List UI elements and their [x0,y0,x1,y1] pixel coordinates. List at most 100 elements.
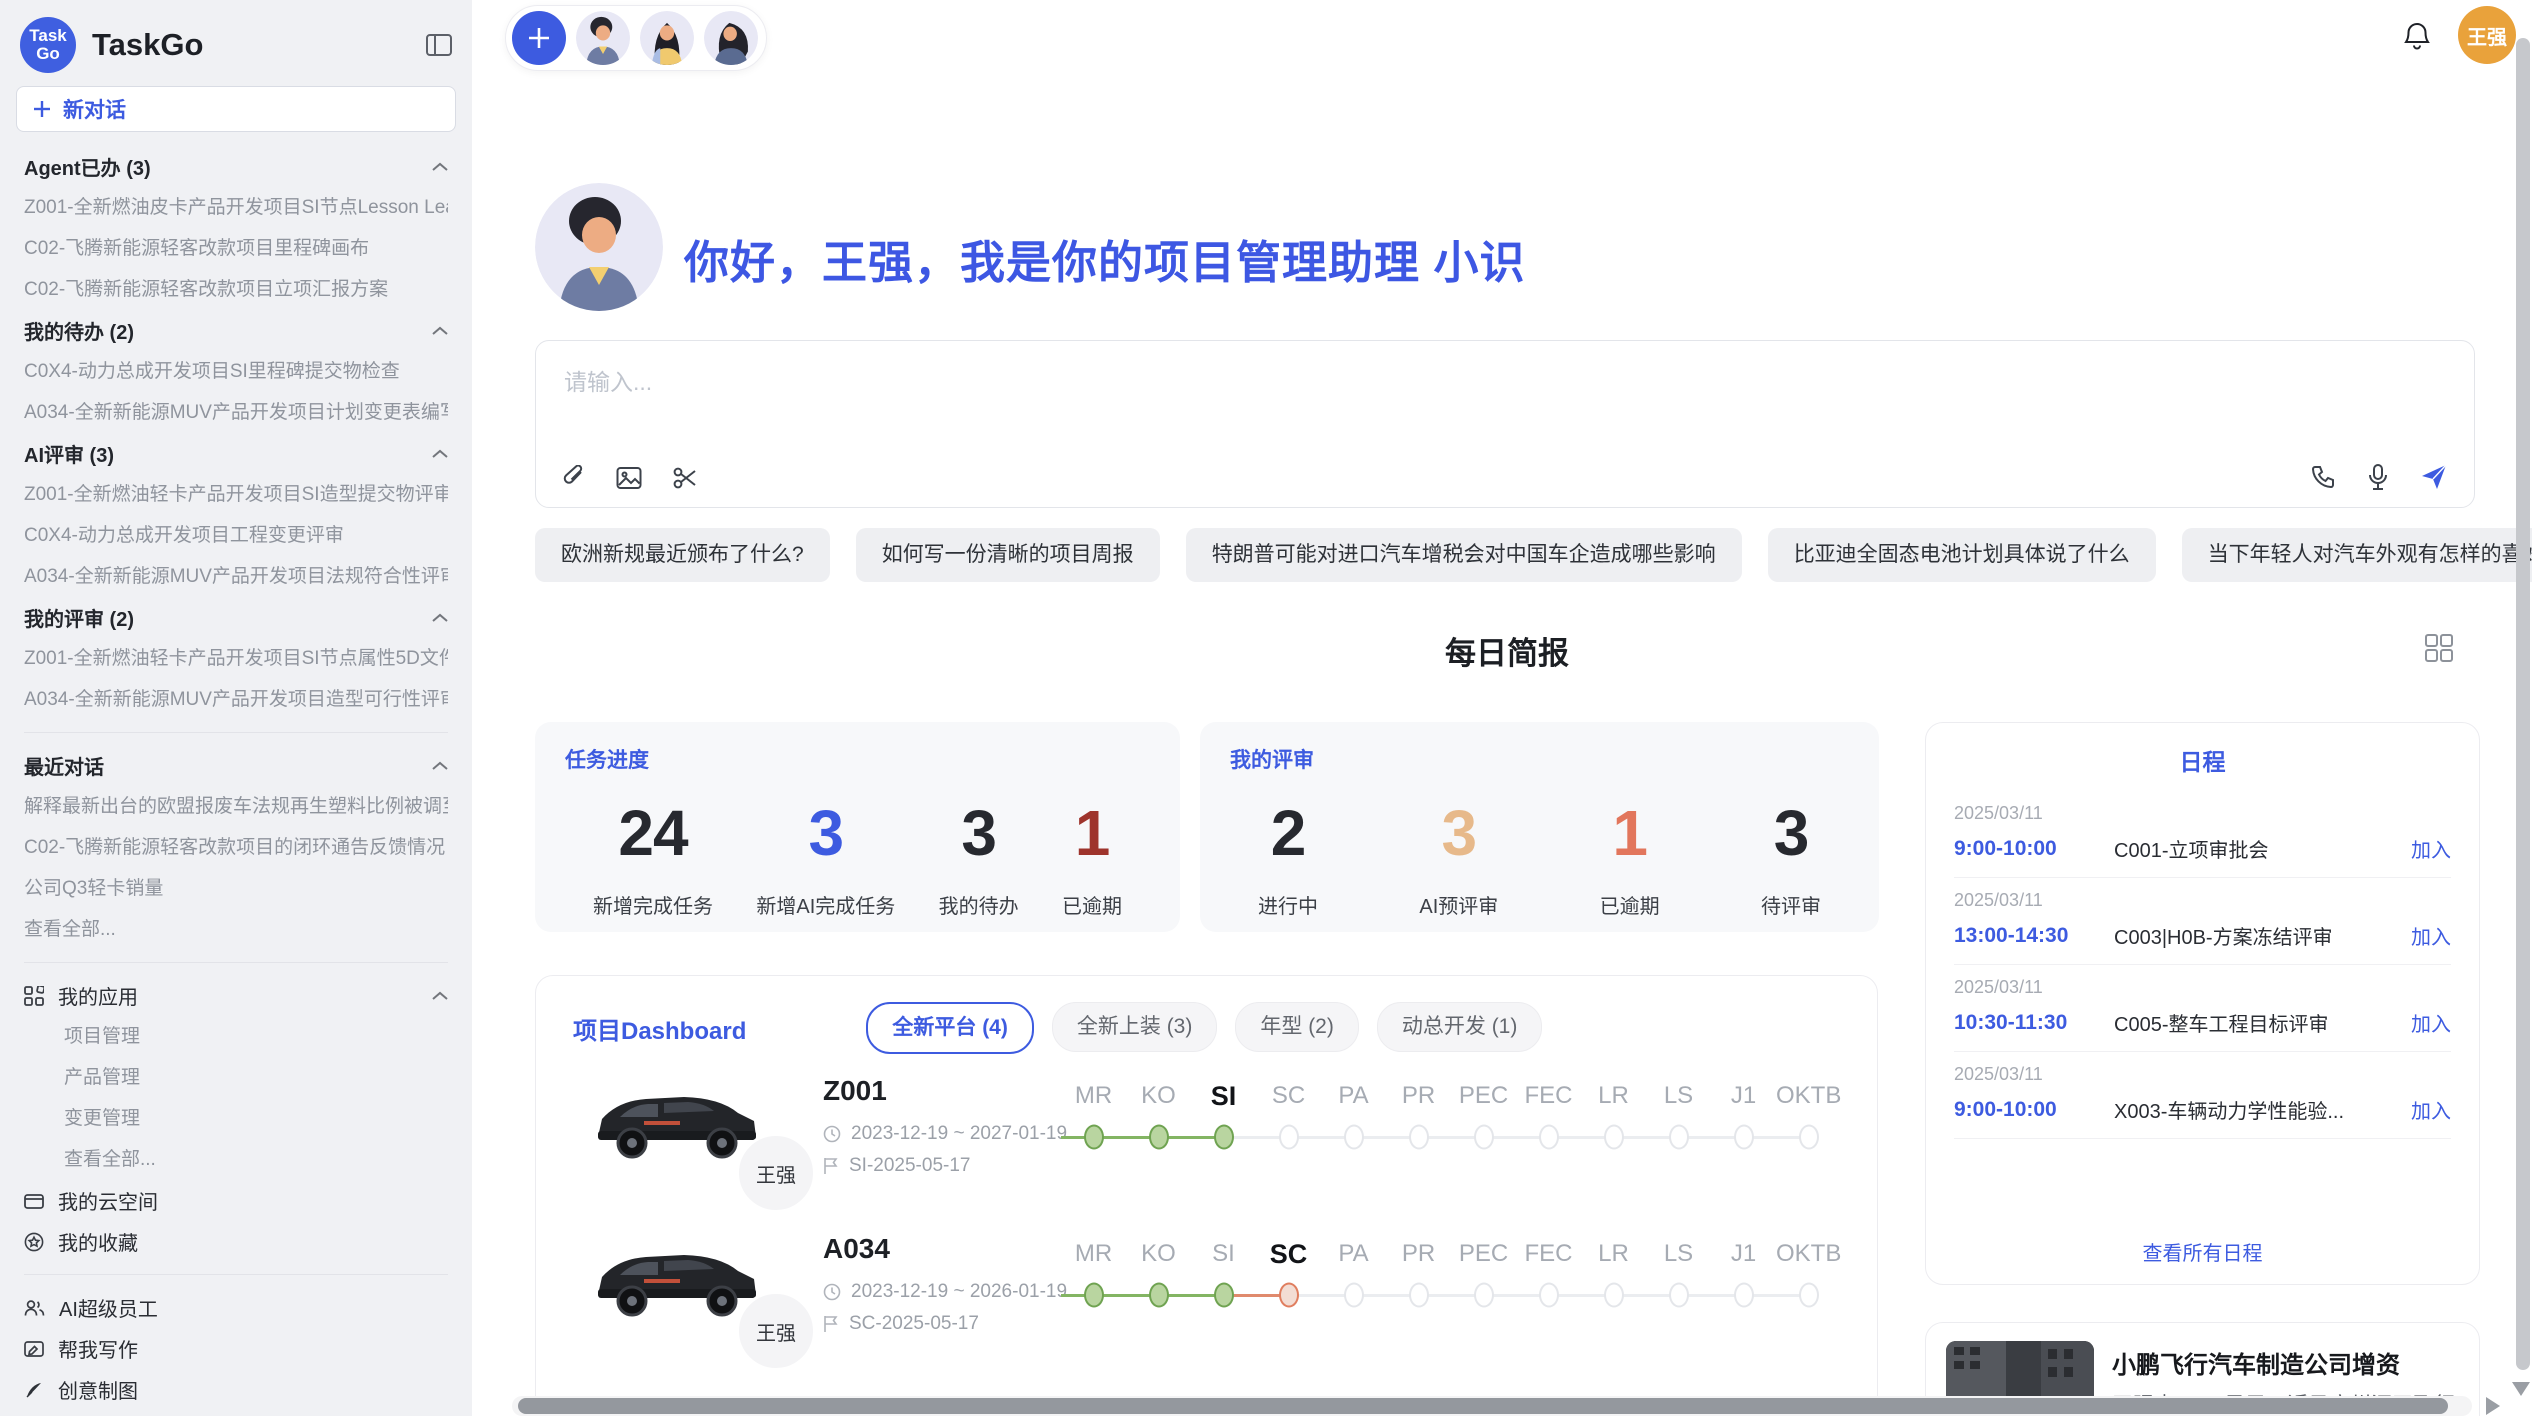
schedule-item: 2025/03/11 9:00-10:00 C001-立项审批会 加入 [1954,791,2451,878]
tab-new-body[interactable]: 全新上装 (3) [1052,1002,1218,1052]
assistant-avatar-2[interactable] [640,11,694,65]
sidebar-item[interactable]: C0X4-动力总成开发项目工程变更评审 [24,515,448,556]
tab-model-year[interactable]: 年型 (2) [1235,1002,1359,1052]
chat-input[interactable] [562,361,2166,435]
tool-ai-employee[interactable]: AI超级员工 [24,1287,448,1328]
tool-creative-draw[interactable]: 创意制图 [24,1369,448,1410]
section-agent-done[interactable]: Agent已办 (3) [24,146,448,187]
milestone-label: FEC [1516,1077,1581,1115]
tab-powertrain[interactable]: 动总开发 (1) [1377,1002,1543,1052]
chevron-up-icon[interactable] [432,991,448,1001]
chevron-up-icon[interactable] [432,326,448,336]
assistant-avatar-3[interactable] [704,11,758,65]
app-link-project-mgmt[interactable]: 项目管理 [24,1016,448,1057]
milestone-dot [1669,1125,1689,1150]
chevron-up-icon[interactable] [432,613,448,623]
sidebar-item[interactable]: C02-飞腾新能源轻客改款项目里程碑画布 [24,228,448,269]
assistant-avatar-1[interactable] [576,11,630,65]
scissors-icon[interactable] [672,465,698,491]
phone-call-icon[interactable] [2310,464,2336,490]
schedule-time: 9:00-10:00 [1954,837,2114,861]
chevron-up-icon[interactable] [432,162,448,172]
chevron-up-icon[interactable] [432,761,448,771]
user-avatar[interactable]: 王强 [2458,6,2516,64]
sidebar-item[interactable]: Z001-全新燃油轻卡产品开发项目SI造型提交物评审 [24,474,448,515]
section-my-review[interactable]: 我的评审 (2) [24,597,448,638]
suggestion-chip[interactable]: 特朗普可能对进口汽车增税会对中国车企造成哪些影响 [1186,528,1742,582]
section-my-todo[interactable]: 我的待办 (2) [24,310,448,351]
sidebar-item[interactable]: C02-飞腾新能源轻客改款项目立项汇报方案 [24,269,448,310]
schedule-name: X003-车辆动力学性能验... [2114,1095,2411,1124]
horizontal-scrollbar[interactable] [512,1396,2472,1416]
my-apps-label: 我的应用 [58,981,138,1010]
divider [24,732,448,733]
sidebar-item[interactable]: Z001-全新燃油轻卡产品开发项目SI节点属性5D文件评审 [24,638,448,679]
milestone-dot-overdue [1279,1283,1299,1308]
apps-grid-icon [24,986,44,1006]
scroll-down-arrow-icon[interactable] [2512,1382,2530,1396]
new-chat-button[interactable]: 新对话 [16,86,456,132]
join-link[interactable]: 加入 [2411,1008,2451,1037]
vertical-scrollbar-thumb[interactable] [2516,38,2530,1370]
milestone-label: PEC [1451,1235,1516,1273]
section-ai-review[interactable]: AI评审 (3) [24,433,448,474]
suggestion-chip[interactable]: 比亚迪全固态电池计划具体说了什么 [1768,528,2156,582]
people-icon [24,1299,45,1317]
microphone-icon[interactable] [2366,463,2390,491]
view-all-apps-link[interactable]: 查看全部... [24,1139,448,1180]
join-link[interactable]: 加入 [2411,834,2451,863]
view-all-chats-link[interactable]: 查看全部... [24,909,448,950]
join-link[interactable]: 加入 [2411,921,2451,950]
sidebar-item[interactable]: C0X4-动力总成开发项目SI里程碑提交物检查 [24,351,448,392]
milestone-dot [1409,1283,1429,1308]
view-all-schedule-link[interactable]: 查看所有日程 [1954,1227,2451,1270]
scroll-right-arrow-icon[interactable] [2486,1397,2500,1415]
milestone-label: MR [1061,1077,1126,1115]
milestone-dot [1539,1283,1559,1308]
sidebar-item[interactable]: Z001-全新燃油皮卡产品开发项目SI节点Lesson Learn报告 [24,187,448,228]
schedule-card: 日程 2025/03/11 9:00-10:00 C001-立项审批会 加入 2… [1925,722,2480,1285]
tab-new-platform[interactable]: 全新平台 (4) [866,1002,1034,1054]
layout-grid-icon[interactable] [2424,633,2454,663]
suggestion-chip[interactable]: 欧洲新规最近颁布了什么? [535,528,830,582]
chevron-up-icon[interactable] [432,449,448,459]
attachment-icon[interactable] [562,465,586,491]
add-assistant-button[interactable] [512,11,566,65]
sidebar-item[interactable]: A034-全新新能源MUV产品开发项目造型可行性评审 [24,679,448,720]
recent-chat-item[interactable]: C02-飞腾新能源轻客改款项目的闭环通告反馈情况 [24,827,448,868]
stat-value: 3 [756,796,895,870]
milestone-label: PA [1321,1235,1386,1273]
stat-label: 已逾期 [1600,890,1660,919]
app-link-product-mgmt[interactable]: 产品管理 [24,1057,448,1098]
send-icon[interactable] [2420,463,2448,491]
my-apps-header[interactable]: 我的应用 [24,975,448,1016]
suggestion-chip[interactable]: 当下年轻人对汽车外观有怎样的喜好趋势 [2182,528,2532,582]
project-row-a034[interactable]: 王强 A034 2023-12-19 ~ 2026-01-19 SC-2025-… [536,1229,1877,1389]
sidebar-item[interactable]: A034-全新新能源MUV产品开发项目法规符合性评审 [24,556,448,597]
recent-chat-item[interactable]: 公司Q3轻卡销量 [24,868,448,909]
image-icon[interactable] [616,466,642,490]
news-title: 小鹏飞行汽车制造公司增资 [2112,1345,2400,1380]
horizontal-scrollbar-thumb[interactable] [518,1398,2448,1414]
suggestion-chip[interactable]: 如何写一份清晰的项目周报 [856,528,1160,582]
section-recent-chats[interactable]: 最近对话 [24,745,448,786]
join-link[interactable]: 加入 [2411,1095,2451,1124]
milestone-label: LR [1581,1235,1646,1273]
main-area: 王强 你好，王强，我是你的项目管理助理 小识 [472,0,2532,1416]
milestone-label-active: SC [1256,1235,1321,1273]
recent-chat-item[interactable]: 解释最新出台的欧盟报废车法规再生塑料比例被调至15%... [24,786,448,827]
my-cloud-space[interactable]: 我的云空间 [24,1180,448,1221]
clock-icon [823,1125,841,1143]
my-favorites[interactable]: 我的收藏 [24,1221,448,1262]
sidebar-collapse-icon[interactable] [426,33,452,57]
project-code: A034 [823,1233,890,1265]
stat-label: 待评审 [1761,890,1821,919]
app-link-change-mgmt[interactable]: 变更管理 [24,1098,448,1139]
tool-help-write[interactable]: 帮我写作 [24,1328,448,1369]
task-progress-card: 任务进度 24 新增完成任务 3 新增AI完成任务 3 我的待办 1 已逾期 [535,722,1180,932]
project-row-z001[interactable]: 王强 Z001 2023-12-19 ~ 2027-01-19 SI-2025-… [536,1071,1877,1231]
stat-value: 24 [593,796,713,870]
milestone-dot [1799,1125,1819,1150]
sidebar-item[interactable]: A034-全新新能源MUV产品开发项目计划变更表编写 [24,392,448,433]
notification-bell-icon[interactable] [2402,20,2432,52]
